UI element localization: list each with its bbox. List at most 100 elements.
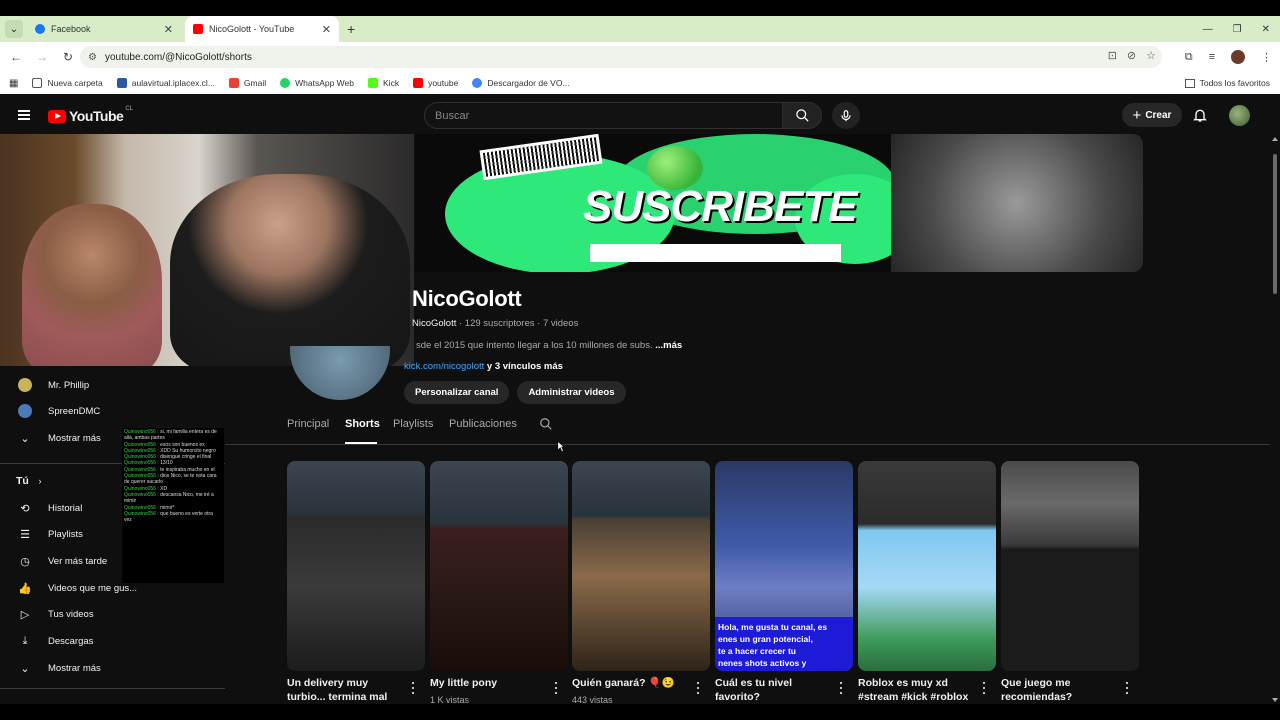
- bookmark-item[interactable]: Descargador de VO...: [472, 78, 570, 88]
- channel-links[interactable]: kick.com/nicogolott y 3 vínculos más: [404, 361, 563, 372]
- scroll-up-icon[interactable]: [1272, 137, 1278, 141]
- close-icon[interactable]: ✕: [322, 23, 331, 36]
- short-caption: Hola, me gusta tu canal, es enes un gran…: [715, 617, 853, 671]
- window-close-icon[interactable]: ✕: [1262, 24, 1270, 35]
- short-title[interactable]: Roblox es muy xd #stream #kick #roblox: [858, 676, 976, 704]
- kick-icon: [368, 78, 379, 88]
- address-bar[interactable]: ⚙ youtube.com/@NicoGolott/shorts ⊡ ⊘ ☆: [80, 46, 1162, 68]
- tab-shorts[interactable]: Shorts: [345, 418, 380, 430]
- notifications-button[interactable]: [1192, 107, 1208, 128]
- more-options-icon[interactable]: [1125, 682, 1129, 694]
- kick-link[interactable]: kick.com/nicogolott: [404, 361, 484, 372]
- site-info-icon[interactable]: ⚙: [88, 52, 97, 63]
- scrollbar-thumb[interactable]: [1273, 154, 1277, 294]
- star-icon[interactable]: ☆: [1146, 49, 1156, 62]
- search-icon: [540, 418, 552, 430]
- sidebar-item-downloads[interactable]: ⤓ Descargas: [0, 628, 225, 654]
- bookmark-item[interactable]: Kick: [368, 78, 399, 88]
- sidebar-item-show-more-2[interactable]: ⌄ Mostrar más: [0, 655, 225, 681]
- bookmark-item[interactable]: WhatsApp Web: [280, 78, 354, 88]
- extensions-icon[interactable]: ⧉: [1185, 51, 1193, 64]
- short-title[interactable]: Que juego me recomiendas?: [1001, 676, 1119, 704]
- channel-handle: NicoGolott: [412, 318, 457, 329]
- manage-videos-button[interactable]: Administrar videos: [517, 381, 626, 404]
- page-scrollbar[interactable]: [1270, 134, 1280, 704]
- more-options-icon[interactable]: [411, 682, 415, 694]
- short-title[interactable]: Quién ganará? 🎈😉: [572, 676, 690, 690]
- search-input[interactable]: Buscar: [424, 102, 782, 129]
- youtube-logo[interactable]: YouTube CL: [48, 106, 133, 124]
- bookmark-item[interactable]: Gmail: [228, 78, 266, 88]
- apps-icon[interactable]: ▦: [9, 78, 18, 89]
- install-icon[interactable]: ⊡: [1108, 49, 1117, 62]
- short-title[interactable]: Cuál es tu nivel favorito?: [715, 676, 833, 704]
- facebook-favicon-icon: [35, 24, 45, 34]
- more-options-icon[interactable]: [696, 682, 700, 694]
- more-options-icon[interactable]: [839, 682, 843, 694]
- reload-icon[interactable]: ↻: [56, 50, 80, 64]
- all-favorites[interactable]: Todos los favoritos: [1184, 78, 1270, 88]
- youtube-play-icon: [48, 109, 66, 123]
- menu-icon[interactable]: ⋮: [1261, 51, 1272, 64]
- customize-channel-button[interactable]: Personalizar canal: [404, 381, 510, 404]
- aulavirtual-icon: [116, 78, 127, 88]
- chat-message: Quinowino056 : si, mi familia entera es …: [124, 429, 222, 442]
- chat-username: Quinowino056 :: [124, 485, 159, 492]
- avatar: [18, 404, 32, 418]
- youtube-favicon-icon: [193, 24, 203, 34]
- short-title[interactable]: Un delivery muy turbio... termina mal: [287, 676, 405, 704]
- tab-nicogolott-youtube[interactable]: NicoGolott - YouTube ✕: [185, 16, 339, 42]
- forward-icon[interactable]: →: [30, 50, 54, 64]
- channel-name: NicoGolott: [412, 286, 522, 311]
- new-tab-icon[interactable]: +: [347, 21, 355, 37]
- tab-facebook[interactable]: Facebook ✕: [27, 16, 181, 42]
- more-options-icon[interactable]: [554, 682, 558, 694]
- eye-off-icon[interactable]: ⊘: [1127, 49, 1136, 62]
- channel-meta: NicoGolott · 129 suscriptores · 7 videos: [412, 318, 578, 329]
- minimize-icon[interactable]: —: [1203, 24, 1213, 35]
- bookmark-item[interactable]: aulavirtual.iplacex.cl...: [116, 78, 215, 88]
- chat-text: disengue cringe el final: [158, 454, 212, 461]
- create-button[interactable]: + Crear: [1122, 103, 1182, 127]
- tab-search-dropdown-icon[interactable]: ⌄: [5, 20, 23, 38]
- sidebar-item-spreendmc[interactable]: SpreenDMC: [0, 398, 225, 424]
- bookmark-item[interactable]: Nueva carpeta: [32, 78, 103, 88]
- channel-description[interactable]: sde el 2015 que intento llegar a los 10 …: [416, 340, 682, 351]
- tab-publicaciones[interactable]: Publicaciones: [449, 418, 517, 430]
- more-options-icon[interactable]: [982, 682, 986, 694]
- back-icon[interactable]: ←: [4, 50, 28, 64]
- menu-icon[interactable]: [18, 110, 30, 120]
- short-thumbnail[interactable]: [1001, 461, 1139, 671]
- chat-text: XD: [158, 485, 168, 492]
- chat-username: Quinowino056 :: [124, 466, 159, 473]
- channel-avatar[interactable]: [290, 346, 390, 400]
- sidebar-item-mr-phillip[interactable]: Mr. Phillip: [0, 372, 225, 398]
- restore-icon[interactable]: ❐: [1233, 24, 1242, 35]
- tab-playlists[interactable]: Playlists: [393, 418, 433, 430]
- short-thumbnail[interactable]: [572, 461, 710, 671]
- voice-search-button[interactable]: [832, 102, 860, 129]
- short-thumbnail[interactable]: [287, 461, 425, 671]
- short-thumbnail[interactable]: [430, 461, 568, 671]
- tab-principal[interactable]: Principal: [287, 418, 329, 430]
- channel-search-button[interactable]: [539, 417, 553, 434]
- short-thumbnail[interactable]: Hola, me gusta tu canal, es enes un gran…: [715, 461, 853, 671]
- webcam-overlay: [0, 134, 414, 366]
- more-links[interactable]: y 3 vínculos más: [484, 361, 563, 372]
- short-thumbnail[interactable]: [858, 461, 996, 671]
- bookmark-item[interactable]: youtube: [413, 78, 458, 88]
- divider: [225, 444, 1270, 445]
- browser-tab-strip: ⌄ Facebook ✕ NicoGolott - YouTube ✕ + — …: [0, 16, 1280, 42]
- bookmarks-bar: ▦ Nueva carpeta aulavirtual.iplacex.cl..…: [0, 72, 1280, 94]
- sidebar-item-your-videos[interactable]: ▷ Tus videos: [0, 601, 225, 627]
- scroll-down-icon[interactable]: [1272, 698, 1278, 702]
- more-link[interactable]: ...más: [655, 340, 682, 351]
- short-title[interactable]: My little pony: [430, 676, 548, 690]
- profile-avatar[interactable]: [1231, 50, 1245, 64]
- media-icon[interactable]: ≡: [1209, 51, 1215, 63]
- microphone-icon: [841, 109, 851, 121]
- chat-username: Quinowino056 :: [124, 429, 159, 435]
- close-icon[interactable]: ✕: [164, 23, 173, 36]
- avatar[interactable]: [1229, 105, 1250, 126]
- search-button[interactable]: [782, 102, 822, 129]
